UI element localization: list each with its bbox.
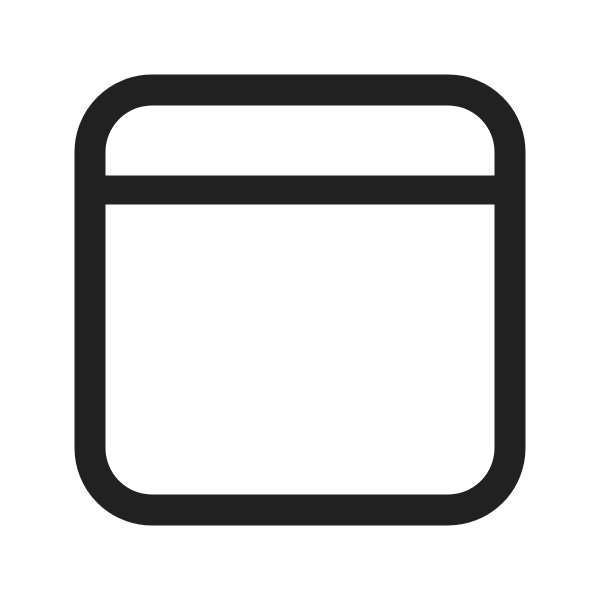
icon-canvas [0,0,600,600]
window-frame [74,74,526,526]
window-icon [74,74,526,526]
